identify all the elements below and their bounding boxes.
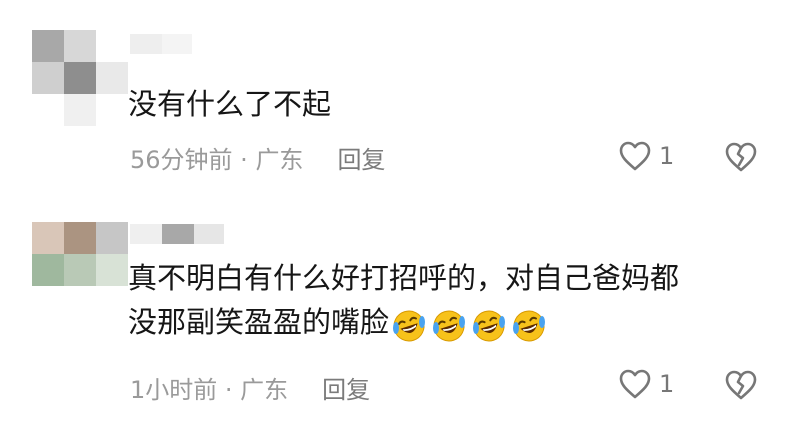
laughing-tears-emoji-icon bbox=[513, 310, 546, 342]
comment-item: 真不明白有什么好打招呼的，对自己爸妈都 没那副笑盈盈的嘴脸 1小时前 · 广东 回… bbox=[0, 200, 800, 432]
meta-separator: · bbox=[232, 146, 256, 174]
meta-separator: · bbox=[217, 376, 241, 404]
comment-text: 真不明白有什么好打招呼的，对自己爸妈都 没那副笑盈盈的嘴脸 bbox=[128, 256, 768, 346]
laughing-tears-emoji-icon bbox=[393, 310, 426, 342]
dislike-button[interactable] bbox=[723, 139, 759, 175]
emoji-row bbox=[391, 302, 551, 346]
heart-outline-icon bbox=[619, 369, 651, 399]
comment-location: 广东 bbox=[255, 146, 304, 174]
comment-list: 没有什么了不起 56分钟前 · 广东 回复 1 真不明白有什么好打招呼的，对自己… bbox=[0, 0, 800, 432]
comment-meta: 1小时前 · 广东 回复 bbox=[130, 370, 370, 405]
avatar[interactable] bbox=[32, 30, 128, 126]
comment-time: 56分钟前 bbox=[130, 146, 233, 174]
comment-line: 没那副笑盈盈的嘴脸 bbox=[128, 305, 390, 339]
broken-heart-icon bbox=[725, 142, 757, 172]
username-blurred[interactable] bbox=[130, 34, 192, 54]
comment-line-with-emojis: 没那副笑盈盈的嘴脸 bbox=[128, 300, 768, 346]
comment-text: 没有什么了不起 bbox=[128, 82, 768, 126]
comment-time: 1小时前 bbox=[130, 376, 218, 404]
heart-outline-icon bbox=[619, 141, 651, 171]
laughing-tears-emoji-icon bbox=[473, 310, 506, 342]
username-blurred[interactable] bbox=[130, 224, 224, 244]
comment-item: 没有什么了不起 56分钟前 · 广东 回复 1 bbox=[0, 0, 800, 200]
reply-button[interactable]: 回复 bbox=[337, 146, 385, 174]
reply-button[interactable]: 回复 bbox=[322, 376, 370, 404]
like-button[interactable]: 1 bbox=[617, 138, 674, 174]
comment-location: 广东 bbox=[240, 376, 289, 404]
like-button[interactable]: 1 bbox=[617, 366, 674, 402]
comment-meta: 56分钟前 · 广东 回复 bbox=[130, 140, 385, 175]
comment-line: 真不明白有什么好打招呼的，对自己爸妈都 bbox=[128, 261, 680, 295]
comment-line: 没有什么了不起 bbox=[128, 87, 332, 121]
dislike-button[interactable] bbox=[723, 367, 759, 403]
broken-heart-icon bbox=[725, 370, 757, 400]
like-count: 1 bbox=[659, 142, 675, 170]
like-count: 1 bbox=[659, 370, 675, 398]
avatar[interactable] bbox=[32, 222, 128, 318]
laughing-tears-emoji-icon bbox=[433, 310, 466, 342]
